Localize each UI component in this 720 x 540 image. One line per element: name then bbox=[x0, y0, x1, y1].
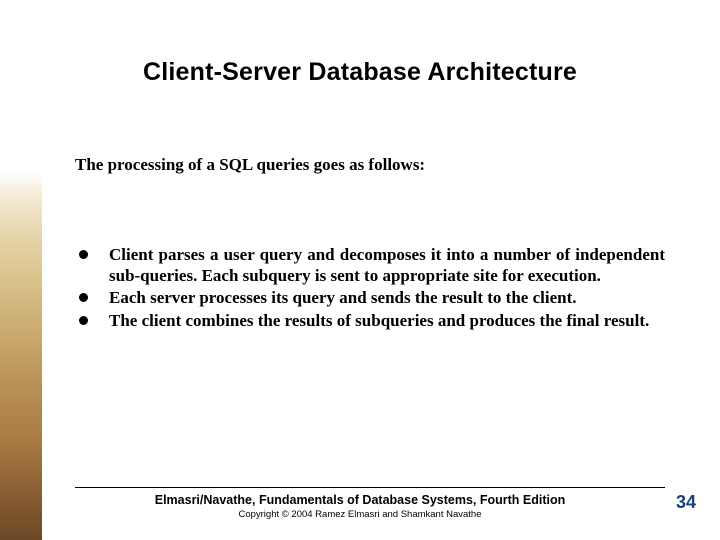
slide-title: Client-Server Database Architecture bbox=[0, 58, 720, 87]
intro-text: The processing of a SQL queries goes as … bbox=[75, 155, 665, 175]
page-number: 34 bbox=[676, 492, 696, 513]
bullet-item: The client combines the results of subqu… bbox=[75, 311, 665, 332]
footer-copyright: Copyright © 2004 Ramez Elmasri and Shamk… bbox=[0, 509, 720, 520]
footer-divider bbox=[75, 487, 665, 488]
bullet-item: Client parses a user query and decompose… bbox=[75, 245, 665, 286]
bullet-list: Client parses a user query and decompose… bbox=[75, 245, 665, 334]
slide-content: Client-Server Database Architecture The … bbox=[0, 0, 720, 540]
footer-main-text: Elmasri/Navathe, Fundamentals of Databas… bbox=[0, 493, 720, 507]
bullet-item: Each server processes its query and send… bbox=[75, 288, 665, 309]
